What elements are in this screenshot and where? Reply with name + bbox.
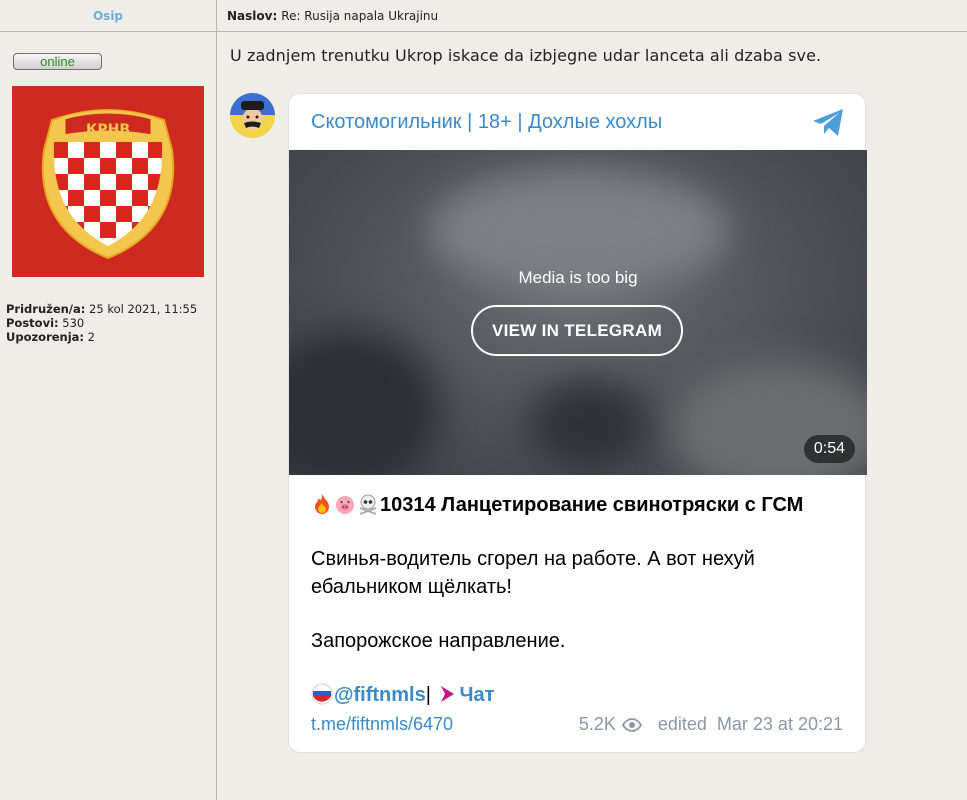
online-status-badge: online <box>13 53 102 70</box>
chevron-right-icon <box>441 686 455 702</box>
post-heading: 10314 Ланцетирование свинотряски с ГСМ <box>311 491 845 519</box>
post-meta: 5.2K edited Mar 23 at 20:21 <box>579 714 843 735</box>
video-duration: 0:54 <box>803 435 855 463</box>
post-date: Mar 23 at 20:21 <box>716 714 843 734</box>
post-text: U zadnjem trenutku Ukrop iskace da izbje… <box>230 46 822 65</box>
skull-crossbones-icon <box>359 494 377 515</box>
channel-avatar[interactable] <box>230 93 275 138</box>
post-links: @fiftnmls| Чат <box>311 681 845 709</box>
author-name[interactable]: Osip <box>0 0 216 32</box>
chat-link[interactable]: Чат <box>459 684 494 706</box>
video-placeholder[interactable]: Media is too big VIEW IN TELEGRAM 0:54 <box>289 150 867 475</box>
link-separator: | <box>425 684 431 706</box>
eye-icon <box>621 717 642 732</box>
fire-icon <box>315 494 329 514</box>
post-line-2: ебальником щёлкать! <box>311 576 512 598</box>
post-heading-text: 10314 Ланцетирование свинотряски с ГСМ <box>380 494 804 516</box>
telegram-icon[interactable] <box>812 108 845 138</box>
author-column: Osip online КРНВ Pridružen/a: 25 kol 202… <box>0 0 217 800</box>
post-column: Naslov: Re: Rusija napala Ukrajinu U zad… <box>217 0 967 800</box>
post-line-1: Свинья-водитель сгорел на работе. А вот … <box>311 548 755 570</box>
russian-flag-face-icon <box>311 683 333 705</box>
post-body: 10314 Ланцетирование свинотряски с ГСМ С… <box>311 491 845 709</box>
subject-text: Re: Rusija napala Ukrajinu <box>281 8 439 23</box>
avatar-text: КРНВ <box>86 122 130 138</box>
post-permalink[interactable]: t.me/fiftnmls/6470 <box>311 714 453 735</box>
profile-warnings: Upozorenja: 2 <box>6 330 96 344</box>
view-count: 5.2K <box>578 714 616 734</box>
media-too-big-message: Media is too big <box>518 268 638 287</box>
channel-handle-link[interactable]: @fiftnmls <box>334 684 426 706</box>
view-in-telegram-button[interactable]: VIEW IN TELEGRAM <box>471 305 683 356</box>
telegram-post-card: Скотомогильник | 18+ | Дохлые хохлы Medi… <box>288 93 867 753</box>
post-footer: t.me/fiftnmls/6470 5.2K edited Mar 23 at… <box>311 714 843 735</box>
post-line-3: Запорожское направление. <box>311 630 566 652</box>
profile-posts: Postovi: 530 <box>6 316 85 330</box>
profile-joined: Pridružen/a: 25 kol 2021, 11:55 <box>6 302 198 316</box>
pig-icon <box>336 496 354 514</box>
subject-label: Naslov: <box>227 8 278 23</box>
post-subject-bar: Naslov: Re: Rusija napala Ukrajinu <box>217 0 967 32</box>
channel-title[interactable]: Скотомогильник | 18+ | Дохлые хохлы <box>311 111 662 134</box>
user-profile-info: Pridružen/a: 25 kol 2021, 11:55 Postovi:… <box>6 302 197 344</box>
user-avatar: КРНВ <box>12 86 204 277</box>
cossack-avatar-icon <box>230 93 275 138</box>
edited-label: edited <box>657 714 707 734</box>
croatian-shield-icon: КРНВ <box>12 86 204 277</box>
